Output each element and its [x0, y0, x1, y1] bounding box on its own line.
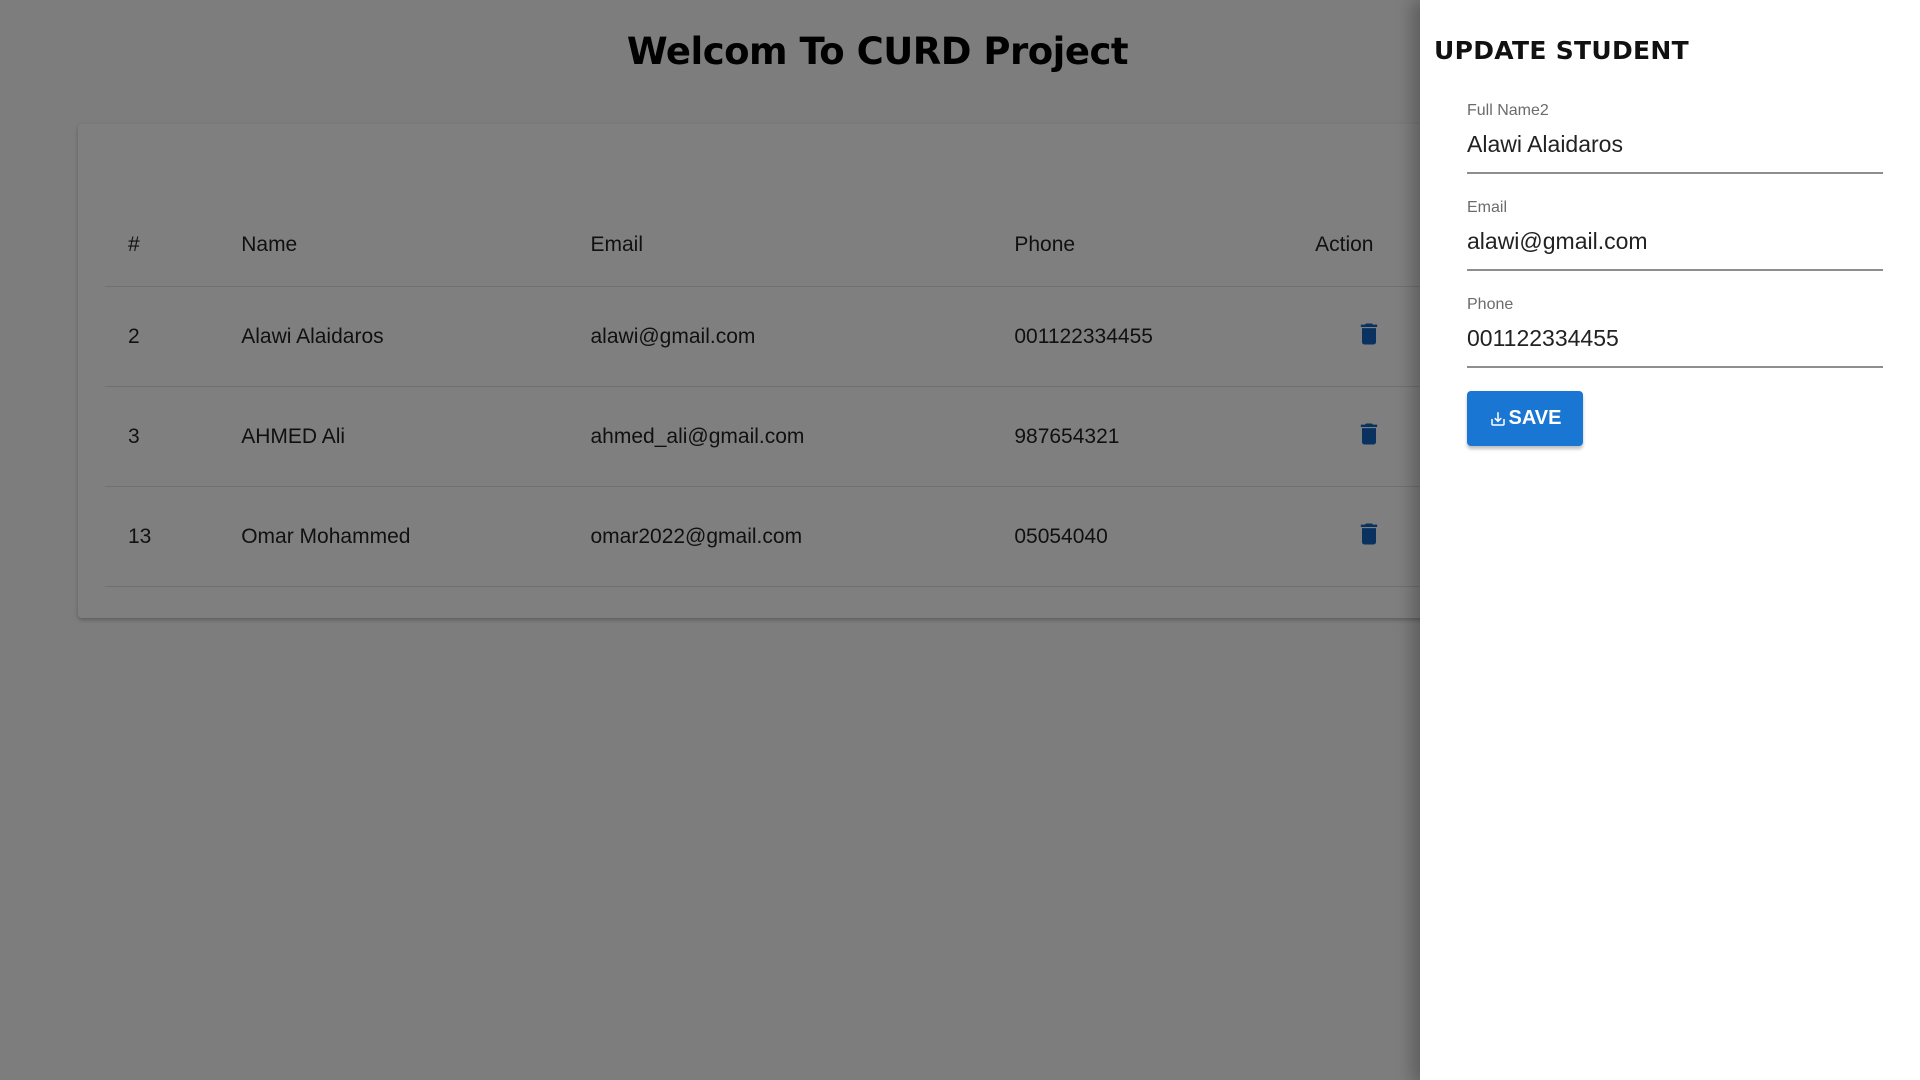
drawer-title: UPDATE STUDENT — [1434, 36, 1689, 65]
save-button-label: SAVE — [1508, 407, 1562, 429]
full-name-input[interactable] — [1467, 126, 1883, 162]
email-input[interactable] — [1467, 223, 1883, 259]
full-name-field: Full Name2 — [1467, 102, 1883, 174]
update-student-drawer: UPDATE STUDENT Full Name2 Email Phone SA… — [1420, 0, 1920, 1080]
phone-input[interactable] — [1467, 320, 1883, 356]
save-button[interactable]: SAVE — [1467, 391, 1583, 446]
email-field: Email — [1467, 199, 1883, 271]
page: Welcom To CURD Project # Name Email Phon… — [0, 0, 1920, 1080]
full-name-label: Full Name2 — [1467, 102, 1549, 119]
email-label: Email — [1467, 199, 1508, 216]
phone-field: Phone — [1467, 296, 1883, 368]
phone-label: Phone — [1467, 296, 1514, 313]
download-icon — [1489, 410, 1507, 428]
